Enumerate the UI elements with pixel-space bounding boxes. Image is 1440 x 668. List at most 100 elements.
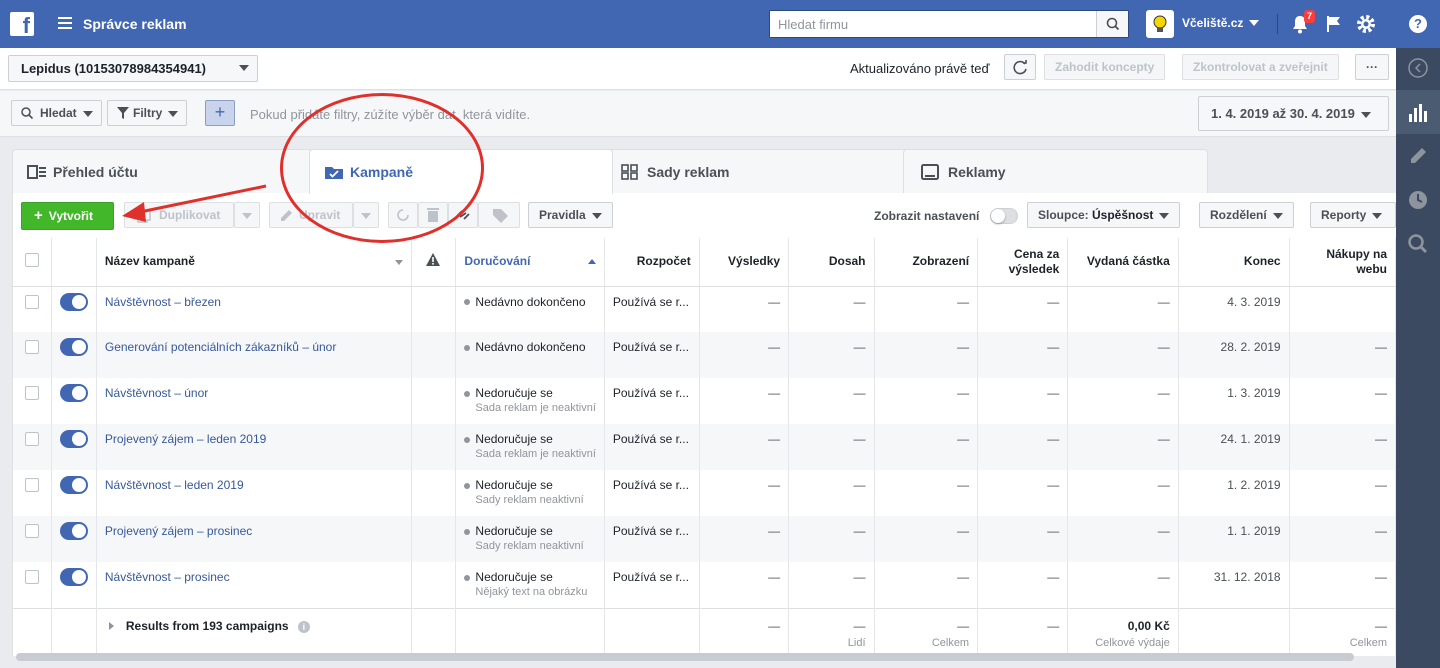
review-publish-button[interactable]: Zkontrolovat a zveřejnit (1182, 54, 1339, 80)
refresh-button[interactable] (1004, 54, 1036, 80)
gear-icon[interactable] (1355, 13, 1377, 38)
column-header: Doručování (464, 254, 531, 269)
bulb-icon[interactable] (1146, 10, 1174, 38)
add-filter-button[interactable]: + (205, 100, 235, 126)
filters-button[interactable]: Filtry (107, 100, 188, 126)
info-icon[interactable]: i (297, 620, 310, 633)
campaign-name-link[interactable]: Návštěvnost – březen (105, 295, 221, 309)
grid-icon (27, 165, 46, 179)
ab-test-button[interactable] (388, 202, 418, 228)
col-purchases[interactable]: Nákupy na webu (1289, 238, 1396, 287)
results-cell: — (768, 524, 781, 538)
summary-reach-sub: Lidí (847, 636, 866, 649)
cpr-cell: — (1047, 432, 1060, 446)
col-cost-per-result[interactable]: Cena za výsledek (977, 238, 1069, 287)
campaign-toggle[interactable] (59, 476, 88, 494)
show-settings-toggle[interactable] (990, 208, 1018, 224)
table-row[interactable]: Projevený zájem – leden 2019 Nedoručuje s… (13, 424, 1396, 470)
row-checkbox[interactable] (24, 386, 39, 400)
row-checkbox[interactable] (24, 294, 39, 309)
columns-prefix: Sloupce: (1038, 208, 1093, 222)
chart-icon (1409, 104, 1427, 122)
chart-button[interactable] (1396, 90, 1440, 134)
columns-button[interactable]: Sloupce: Úspěšnost (1027, 202, 1181, 228)
select-all-checkbox[interactable] (24, 252, 39, 267)
campaign-name-link[interactable]: Návštěvnost – prosinec (105, 570, 230, 584)
account-selector[interactable]: Lepidus (10153078984354941) (8, 55, 258, 82)
edit-dropdown[interactable] (353, 202, 379, 228)
link-button[interactable] (448, 202, 478, 228)
campaign-name-link[interactable]: Projevený zájem – prosinec (105, 524, 252, 538)
row-checkbox[interactable] (24, 570, 39, 584)
table-row[interactable]: Projevený zájem – prosinec Nedoručuje se S… (13, 516, 1396, 562)
campaign-toggle[interactable] (59, 384, 88, 402)
menu-icon[interactable] (58, 17, 72, 29)
discard-drafts-button[interactable]: Zahodit koncepty (1044, 54, 1166, 80)
edit-panel-button[interactable] (1396, 134, 1440, 178)
business-name[interactable]: Včeliště.cz (1182, 16, 1243, 30)
row-checkbox[interactable] (24, 524, 39, 538)
more-button[interactable]: ··· (1355, 54, 1389, 80)
collapse-button[interactable] (1396, 48, 1440, 92)
table-row[interactable]: Návštěvnost – prosinec Nedoručuje se Nějak… (13, 562, 1396, 608)
help-icon[interactable]: ? (1409, 15, 1427, 33)
row-checkbox[interactable] (24, 340, 39, 354)
summary-impressions: — (957, 618, 970, 633)
tag-button[interactable] (478, 202, 520, 228)
col-results[interactable]: Výsledky (699, 238, 790, 287)
row-checkbox[interactable] (24, 432, 39, 446)
search-button[interactable] (1096, 11, 1128, 37)
table-row[interactable]: Návštěvnost – únor Nedoručuje se Sada rekl… (13, 378, 1396, 424)
col-delivery[interactable]: Doručování (455, 238, 605, 287)
campaign-name-link[interactable]: Projevený zájem – leden 2019 (105, 432, 266, 446)
campaign-name-link[interactable]: Návštěvnost – únor (105, 386, 208, 400)
row-checkbox[interactable] (24, 478, 39, 492)
chevron-down-icon[interactable] (1249, 20, 1259, 26)
column-header: Rozpočet (636, 254, 691, 269)
edit-button[interactable]: Upravit (269, 202, 353, 228)
campaign-name-link[interactable]: Návštěvnost – leden 2019 (105, 478, 244, 492)
campaign-toggle[interactable] (59, 522, 88, 540)
rules-button[interactable]: Pravidla (528, 202, 613, 228)
spent-cell: — (1157, 386, 1170, 400)
expand-icon[interactable] (108, 621, 114, 630)
search-filter-button[interactable]: Hledat (11, 100, 102, 126)
horizontal-scrollbar[interactable] (16, 653, 1354, 661)
date-range-picker[interactable]: 1. 4. 2019 až 30. 4. 2019 (1198, 96, 1389, 131)
chevron-down-icon (591, 212, 602, 219)
table-row[interactable]: Návštěvnost – březen Nedávno dokončeno Pou… (13, 286, 1396, 332)
delete-button[interactable] (418, 202, 448, 228)
reports-button[interactable]: Reporty (1310, 202, 1396, 228)
spent-cell: — (1157, 524, 1170, 538)
create-button[interactable]: + Vytvořit (21, 202, 114, 230)
col-amount-spent[interactable]: Vydaná částka (1067, 238, 1179, 287)
tab-ad-sets[interactable]: Sady reklam (606, 149, 910, 193)
facebook-logo-icon[interactable]: f (10, 12, 34, 36)
inspect-button[interactable] (1396, 222, 1440, 266)
col-end[interactable]: Konec (1178, 238, 1290, 287)
summary-purchases-sub: Celkem (1349, 636, 1387, 649)
col-impressions[interactable]: Zobrazení (874, 238, 979, 287)
campaign-name-link[interactable]: Generování potenciálních zákazníků – úno… (105, 340, 336, 354)
col-reach[interactable]: Dosah (788, 238, 875, 287)
table-row[interactable]: Generování potenciálních zákazníků – úno… (13, 332, 1396, 378)
col-name[interactable]: Název kampaně (96, 238, 412, 287)
col-warnings[interactable] (411, 238, 457, 287)
campaign-toggle[interactable] (59, 292, 88, 311)
history-button[interactable] (1396, 178, 1440, 222)
table-row[interactable]: Návštěvnost – leden 2019 Nedoručuje se Sad… (13, 470, 1396, 516)
campaign-toggle[interactable] (59, 430, 88, 448)
tab-ads[interactable]: Reklamy (903, 149, 1208, 193)
column-header: Konec (1243, 254, 1281, 269)
tab-campaigns[interactable]: Kampaně (309, 149, 613, 194)
app-title[interactable]: Správce reklam (83, 16, 187, 32)
breakdown-button[interactable]: Rozdělení (1199, 202, 1294, 228)
sort-asc-icon (587, 259, 596, 264)
business-search-input[interactable] (770, 11, 1096, 37)
flag-icon[interactable] (1325, 14, 1343, 37)
campaign-toggle[interactable] (59, 338, 88, 356)
col-budget[interactable]: Rozpočet (604, 238, 700, 287)
campaign-toggle[interactable] (59, 568, 88, 586)
chevron-down-icon (1360, 111, 1371, 118)
chevron-down-icon[interactable] (239, 65, 249, 71)
